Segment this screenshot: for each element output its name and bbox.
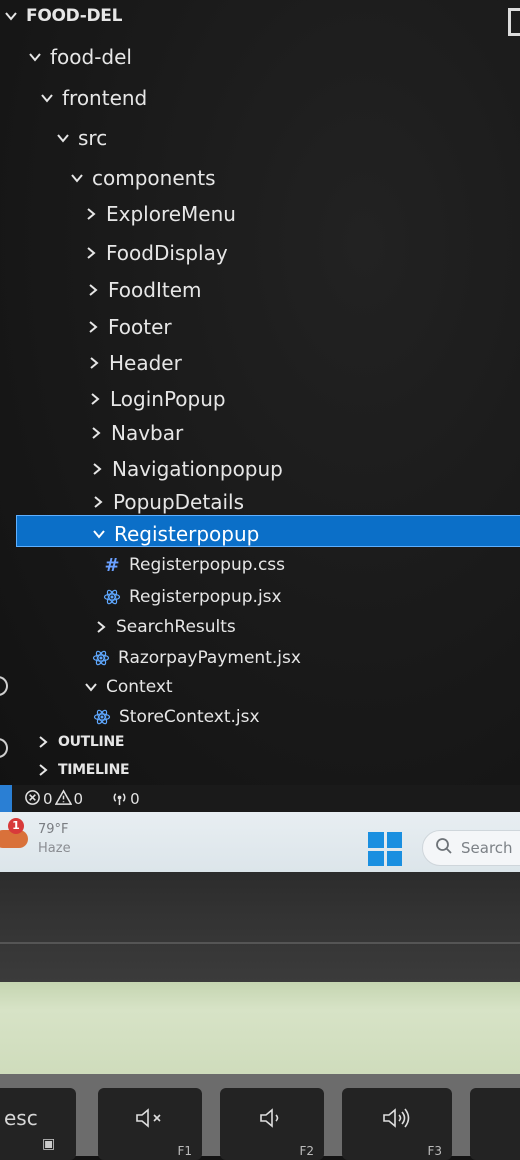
mute-icon [98,1106,202,1135]
weather-temperature: 79°F [38,822,69,837]
left-gutter-icon[interactable] [0,676,8,696]
f3-volume-up-key[interactable]: F3 [342,1088,452,1160]
tree-item-registerpopup-jsx[interactable]: Registerpopup.jsx [103,587,282,607]
laptop-bezel [0,872,520,982]
tree-item-footer[interactable]: Footer [86,315,172,339]
chevron-down-icon [84,680,98,694]
tree-item-frontend[interactable]: frontend [40,86,147,110]
windows-taskbar: 1 79°F Haze Search [0,812,520,872]
f4-key[interactable] [470,1088,520,1160]
chevron-right-icon [86,320,100,334]
tree-item-food-del[interactable]: food-del [28,45,132,69]
react-icon [92,649,110,667]
tree-item-popupdetails[interactable]: PopupDetails [91,490,244,514]
chevron-right-icon [84,207,98,221]
outline-section[interactable]: OUTLINE [36,734,124,750]
chevron-down-icon [4,9,18,23]
tree-item-razorpaypayment-jsx[interactable]: RazorpayPayment.jsx [92,648,301,668]
volume-down-icon [220,1106,324,1135]
remote-indicator[interactable] [0,785,12,812]
chevron-right-icon [89,426,103,440]
timeline-section[interactable]: TIMELINE [36,762,130,778]
status-bar: 0 0 0 [0,785,520,812]
windows-start-icon[interactable] [368,832,402,866]
chevron-down-icon [28,50,42,64]
chevron-down-icon [56,131,70,145]
notification-badge: 1 [8,818,24,834]
weather-condition: Haze [38,841,71,856]
tree-item-exploremenu[interactable]: ExploreMenu [84,202,236,226]
tree-item-header[interactable]: Header [87,351,182,375]
chevron-right-icon [91,495,105,509]
broadcast-icon [111,789,128,810]
taskbar-search[interactable]: Search [422,830,520,866]
chevron-right-icon [90,462,104,476]
chevron-right-icon [36,735,50,749]
f2-volume-down-key[interactable]: F2 [220,1088,324,1160]
problems-indicator[interactable]: 0 0 [24,788,83,810]
esc-key[interactable]: esc ▣ [0,1088,76,1160]
search-icon [435,837,453,859]
chevron-right-icon [94,620,108,634]
panel-edge-icon[interactable] [508,8,520,36]
css-hash-icon: # [104,554,120,576]
chevron-down-icon [40,91,54,105]
f1-mute-key[interactable]: F1 [98,1088,202,1160]
workspace-title[interactable]: FOOD-DEL [4,6,122,26]
warning-icon [54,788,72,810]
react-icon [93,708,111,726]
keyboard: esc ▣ F1 F2 F3 [0,1074,520,1160]
chevron-right-icon [86,283,100,297]
left-gutter-icon[interactable] [0,738,8,758]
tree-item-navigationpopup[interactable]: Navigationpopup [90,457,283,481]
tree-item-fooddisplay[interactable]: FoodDisplay [84,241,228,265]
tree-item-loginpopup[interactable]: LoginPopup [88,387,226,411]
tree-item-components[interactable]: components [70,166,216,190]
tree-item-fooditem[interactable]: FoodItem [86,278,202,302]
lock-icon: ▣ [42,1136,56,1152]
tree-item-searchresults[interactable]: SearchResults [94,617,236,637]
tree-item-storecontext-jsx[interactable]: StoreContext.jsx [93,707,260,727]
tree-item-registerpopup-css[interactable]: # Registerpopup.css [103,554,285,576]
chevron-right-icon [36,763,50,777]
tree-item-registerpopup[interactable]: Registerpopup [92,522,259,546]
tree-item-navbar[interactable]: Navbar [89,421,183,445]
explorer-panel: FOOD-DEL food-del frontend src component… [0,0,520,812]
volume-up-icon [342,1106,452,1135]
ports-indicator[interactable]: 0 [111,789,140,810]
chevron-right-icon [88,392,102,406]
chevron-right-icon [84,246,98,260]
react-icon [103,588,121,606]
chevron-right-icon [87,356,101,370]
search-placeholder: Search [461,839,513,857]
error-icon [24,789,41,810]
keyboard-tape [0,982,520,1074]
chevron-down-icon [70,171,84,185]
weather-icon: 1 [0,818,30,850]
weather-widget[interactable]: 1 79°F Haze [0,818,71,858]
tree-item-src[interactable]: src [56,126,107,150]
tree-item-context[interactable]: Context [84,677,173,697]
chevron-down-icon [92,527,106,541]
